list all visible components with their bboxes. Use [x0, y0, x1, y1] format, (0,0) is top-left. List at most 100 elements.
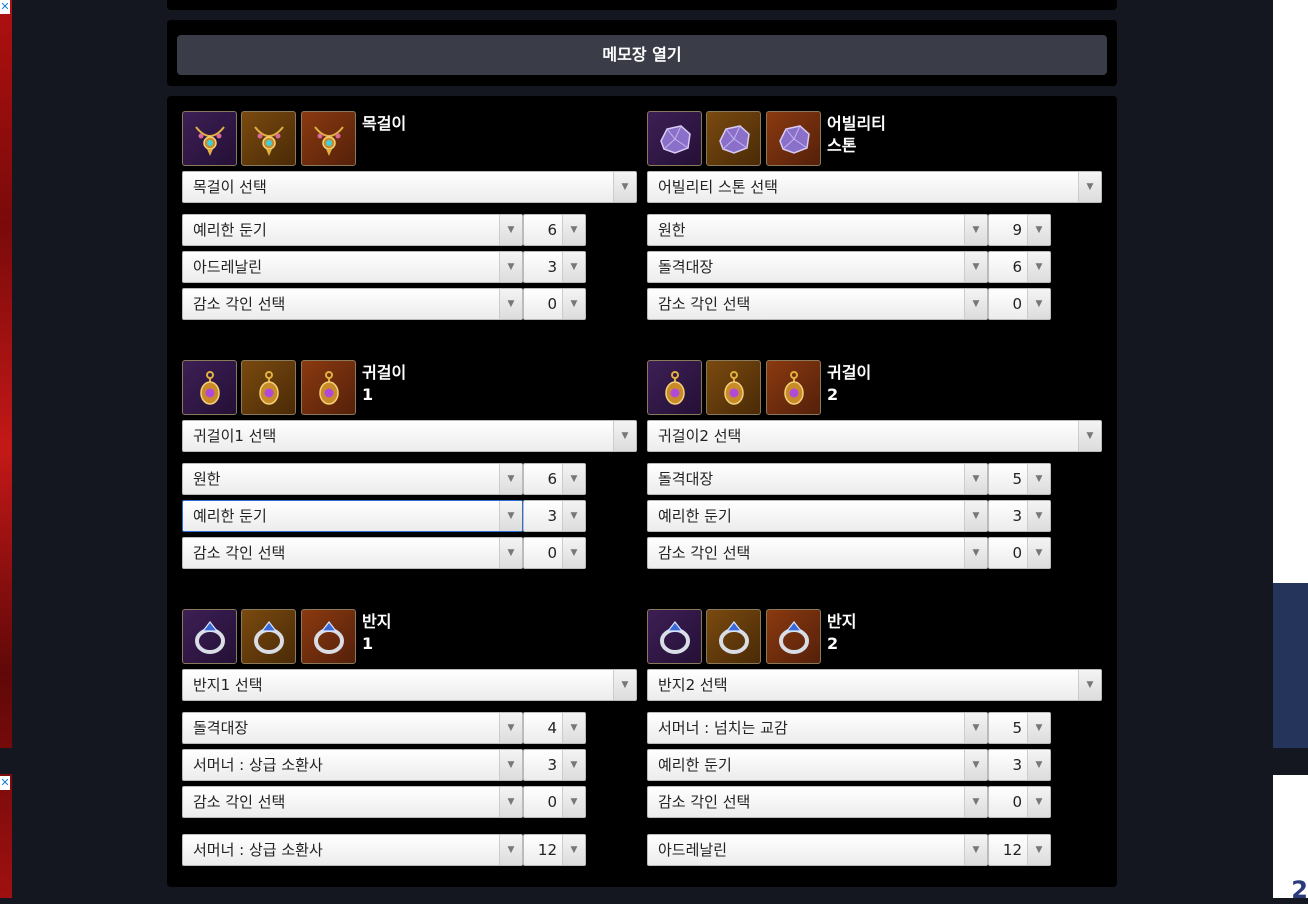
engraving-level-select[interactable]: 5 ▼ [988, 712, 1051, 744]
engraving-select[interactable]: 예리한 둔기 ▼ [182, 500, 523, 532]
ring-icon[interactable] [241, 609, 296, 664]
dropdown-arrow-icon[interactable]: ▼ [499, 501, 522, 531]
engraving-level-select[interactable]: 0 ▼ [988, 786, 1051, 818]
dropdown-arrow-icon[interactable]: ▼ [562, 835, 585, 865]
necklace-icon[interactable] [241, 111, 296, 166]
engraving-level-select[interactable]: 3 ▼ [523, 251, 586, 283]
engraving-level-select[interactable]: 0 ▼ [523, 288, 586, 320]
ability-stone-icon[interactable] [647, 111, 702, 166]
dropdown-arrow-icon[interactable]: ▼ [562, 538, 585, 568]
dropdown-arrow-icon[interactable]: ▼ [1027, 464, 1050, 494]
open-memo-button[interactable]: 메모장 열기 [177, 35, 1107, 75]
engraving-select[interactable]: 아드레날린 ▼ [182, 251, 523, 283]
dropdown-arrow-icon[interactable]: ▼ [964, 289, 987, 319]
dropdown-arrow-icon[interactable]: ▼ [964, 835, 987, 865]
ring-icon[interactable] [301, 609, 356, 664]
earring-icon[interactable] [182, 360, 237, 415]
ad-close-icon[interactable]: ✕ [0, 0, 10, 14]
dropdown-arrow-icon[interactable]: ▼ [1027, 289, 1050, 319]
dropdown-arrow-icon[interactable]: ▼ [613, 421, 636, 451]
engraving-book-select[interactable]: 아드레날린 ▼ [647, 834, 988, 866]
engraving-book-level-select[interactable]: 12 ▼ [523, 834, 586, 866]
dropdown-arrow-icon[interactable]: ▼ [499, 787, 522, 817]
engraving-select[interactable]: 감소 각인 선택 ▼ [647, 537, 988, 569]
dropdown-arrow-icon[interactable]: ▼ [499, 835, 522, 865]
engraving-level-select[interactable]: 0 ▼ [523, 537, 586, 569]
dropdown-arrow-icon[interactable]: ▼ [499, 252, 522, 282]
dropdown-arrow-icon[interactable]: ▼ [964, 713, 987, 743]
engraving-level-select[interactable]: 6 ▼ [988, 251, 1051, 283]
accessory-select[interactable]: 어빌리티 스톤 선택 ▼ [647, 171, 1102, 203]
accessory-select[interactable]: 반지1 선택 ▼ [182, 669, 637, 701]
engraving-select[interactable]: 돌격대장 ▼ [647, 251, 988, 283]
right-ad-banner[interactable]: 2 [1273, 0, 1308, 904]
dropdown-arrow-icon[interactable]: ▼ [613, 172, 636, 202]
accessory-select[interactable]: 반지2 선택 ▼ [647, 669, 1102, 701]
ability-stone-icon[interactable] [706, 111, 761, 166]
necklace-icon[interactable] [301, 111, 356, 166]
dropdown-arrow-icon[interactable]: ▼ [499, 215, 522, 245]
engraving-level-select[interactable]: 3 ▼ [523, 749, 586, 781]
dropdown-arrow-icon[interactable]: ▼ [562, 501, 585, 531]
accessory-select[interactable]: 귀걸이1 선택 ▼ [182, 420, 637, 452]
engraving-level-select[interactable]: 3 ▼ [523, 500, 586, 532]
left-ad-banner[interactable]: ✕ ✕ [0, 0, 12, 898]
engraving-level-select[interactable]: 4 ▼ [523, 712, 586, 744]
earring-icon[interactable] [706, 360, 761, 415]
engraving-select[interactable]: 원한 ▼ [182, 463, 523, 495]
dropdown-arrow-icon[interactable]: ▼ [562, 787, 585, 817]
necklace-icon[interactable] [182, 111, 237, 166]
engraving-select[interactable]: 감소 각인 선택 ▼ [182, 786, 523, 818]
engraving-select[interactable]: 돌격대장 ▼ [182, 712, 523, 744]
dropdown-arrow-icon[interactable]: ▼ [562, 464, 585, 494]
dropdown-arrow-icon[interactable]: ▼ [562, 252, 585, 282]
dropdown-arrow-icon[interactable]: ▼ [1027, 215, 1050, 245]
dropdown-arrow-icon[interactable]: ▼ [1027, 750, 1050, 780]
dropdown-arrow-icon[interactable]: ▼ [964, 787, 987, 817]
engraving-select[interactable]: 서머너 : 상급 소환사 ▼ [182, 749, 523, 781]
dropdown-arrow-icon[interactable]: ▼ [562, 750, 585, 780]
dropdown-arrow-icon[interactable]: ▼ [964, 750, 987, 780]
engraving-level-select[interactable]: 3 ▼ [988, 749, 1051, 781]
dropdown-arrow-icon[interactable]: ▼ [1027, 252, 1050, 282]
ring-icon[interactable] [182, 609, 237, 664]
dropdown-arrow-icon[interactable]: ▼ [499, 464, 522, 494]
engraving-level-select[interactable]: 3 ▼ [988, 500, 1051, 532]
dropdown-arrow-icon[interactable]: ▼ [964, 215, 987, 245]
engraving-level-select[interactable]: 0 ▼ [523, 786, 586, 818]
dropdown-arrow-icon[interactable]: ▼ [1027, 501, 1050, 531]
engraving-select[interactable]: 예리한 둔기 ▼ [182, 214, 523, 246]
dropdown-arrow-icon[interactable]: ▼ [964, 252, 987, 282]
dropdown-arrow-icon[interactable]: ▼ [1078, 421, 1101, 451]
engraving-select[interactable]: 감소 각인 선택 ▼ [182, 288, 523, 320]
dropdown-arrow-icon[interactable]: ▼ [499, 538, 522, 568]
dropdown-arrow-icon[interactable]: ▼ [1078, 172, 1101, 202]
ring-icon[interactable] [647, 609, 702, 664]
ring-icon[interactable] [766, 609, 821, 664]
dropdown-arrow-icon[interactable]: ▼ [562, 289, 585, 319]
dropdown-arrow-icon[interactable]: ▼ [1078, 670, 1101, 700]
engraving-book-level-select[interactable]: 12 ▼ [988, 834, 1051, 866]
engraving-select[interactable]: 감소 각인 선택 ▼ [182, 537, 523, 569]
earring-icon[interactable] [647, 360, 702, 415]
dropdown-arrow-icon[interactable]: ▼ [1027, 713, 1050, 743]
earring-icon[interactable] [766, 360, 821, 415]
dropdown-arrow-icon[interactable]: ▼ [964, 464, 987, 494]
ad-close-icon[interactable]: ✕ [0, 776, 10, 790]
engraving-level-select[interactable]: 5 ▼ [988, 463, 1051, 495]
accessory-select[interactable]: 목걸이 선택 ▼ [182, 171, 637, 203]
earring-icon[interactable] [241, 360, 296, 415]
engraving-select[interactable]: 감소 각인 선택 ▼ [647, 288, 988, 320]
dropdown-arrow-icon[interactable]: ▼ [1027, 538, 1050, 568]
dropdown-arrow-icon[interactable]: ▼ [1027, 787, 1050, 817]
earring-icon[interactable] [301, 360, 356, 415]
accessory-select[interactable]: 귀걸이2 선택 ▼ [647, 420, 1102, 452]
dropdown-arrow-icon[interactable]: ▼ [562, 215, 585, 245]
dropdown-arrow-icon[interactable]: ▼ [499, 289, 522, 319]
dropdown-arrow-icon[interactable]: ▼ [499, 750, 522, 780]
engraving-level-select[interactable]: 9 ▼ [988, 214, 1051, 246]
engraving-select[interactable]: 돌격대장 ▼ [647, 463, 988, 495]
engraving-level-select[interactable]: 0 ▼ [988, 537, 1051, 569]
dropdown-arrow-icon[interactable]: ▼ [562, 713, 585, 743]
engraving-level-select[interactable]: 6 ▼ [523, 214, 586, 246]
